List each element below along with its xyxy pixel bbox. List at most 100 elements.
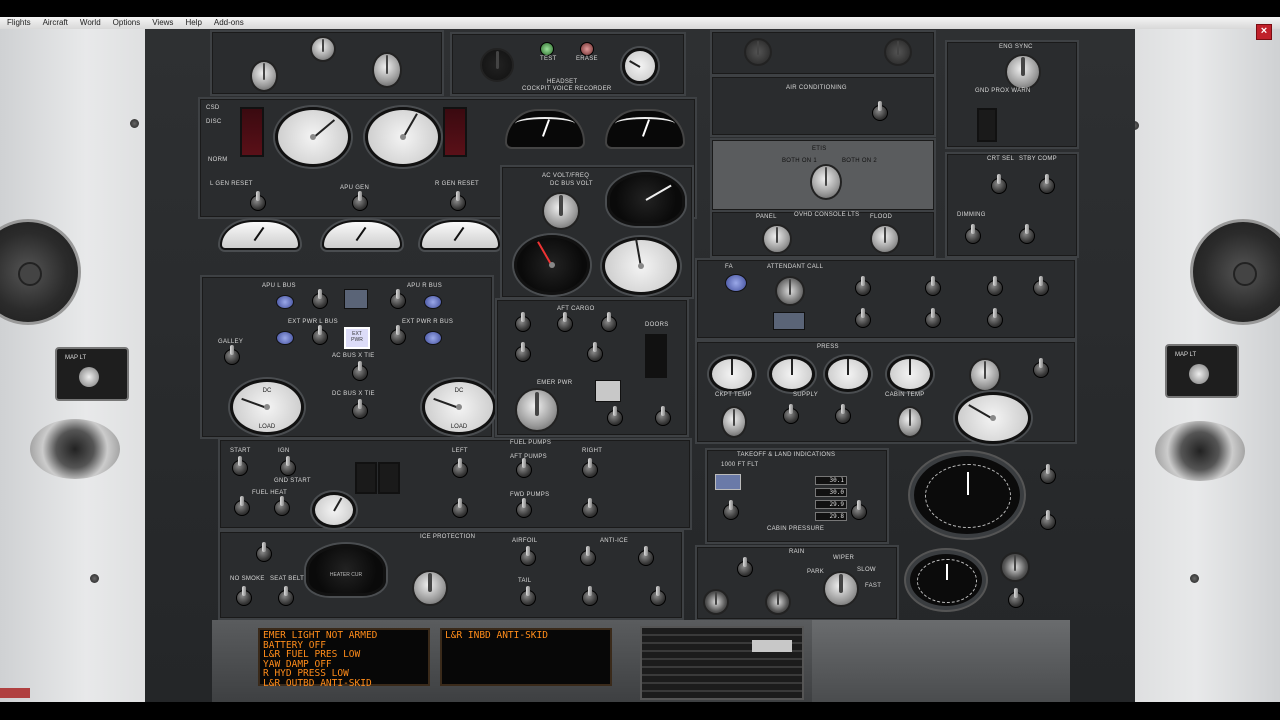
supply-switch-r[interactable] xyxy=(835,404,851,424)
stby-gyro-rotary-knob[interactable] xyxy=(372,52,402,88)
ext-pwr-lamp[interactable]: EXT PWR xyxy=(344,327,370,349)
right-map-light-panel[interactable]: MAP LT xyxy=(1165,344,1239,398)
aft-pump-r[interactable] xyxy=(582,458,598,478)
ram-air-switch[interactable] xyxy=(1040,510,1056,530)
anti-ice-l-switch[interactable] xyxy=(580,546,596,566)
fuel-heat-l-switch[interactable] xyxy=(234,496,250,516)
fa-call-button[interactable] xyxy=(725,274,747,292)
rain-repellent-switch[interactable] xyxy=(737,557,753,577)
menu-flights[interactable]: Flights xyxy=(0,17,37,29)
l-gen-switch[interactable] xyxy=(250,191,266,211)
apu-r-bus-button[interactable] xyxy=(424,295,442,309)
pull-to-dim-switch[interactable] xyxy=(1008,588,1024,608)
anti-skid-test-switch[interactable] xyxy=(855,308,871,328)
fuel-selector-r[interactable] xyxy=(378,462,400,494)
right-nav-knob[interactable] xyxy=(884,38,912,66)
left-map-light-panel[interactable]: MAP LT xyxy=(55,347,129,401)
doors-switch[interactable] xyxy=(645,334,667,378)
ac-bus-x-tie-switch[interactable] xyxy=(352,361,368,381)
crt-test-switch[interactable] xyxy=(1019,224,1035,244)
gnd-prox-switch[interactable] xyxy=(977,108,997,142)
ign-switch[interactable] xyxy=(280,456,296,476)
menu-options[interactable]: Options xyxy=(107,17,147,29)
right-air-vent[interactable] xyxy=(1155,421,1245,481)
stby-comp-switch[interactable] xyxy=(1039,174,1055,194)
ice-meter-sel-knob[interactable] xyxy=(412,570,448,606)
fuel-selector-l[interactable] xyxy=(355,462,377,494)
logo-light-switch[interactable] xyxy=(1033,276,1049,296)
recirc-fan-switch[interactable] xyxy=(872,101,888,121)
ice-switch-r[interactable] xyxy=(650,586,666,606)
fwd-pump-l1[interactable] xyxy=(452,498,468,518)
etis-selector-knob[interactable] xyxy=(810,164,842,200)
rain-button-r[interactable] xyxy=(765,589,791,615)
cabin-alt-knob[interactable] xyxy=(851,500,867,520)
press-switch[interactable] xyxy=(723,500,739,520)
flood-lights-knob[interactable] xyxy=(870,224,900,254)
apu-r-bus-switch[interactable] xyxy=(390,289,406,309)
temp-sel-knob[interactable] xyxy=(969,358,1001,392)
tail-switch[interactable] xyxy=(520,586,536,606)
emer-switch-3[interactable] xyxy=(601,312,617,332)
menu-views[interactable]: Views xyxy=(146,17,179,29)
ext-pwr-r-bus-switch[interactable] xyxy=(390,325,406,345)
ext-pwr-l-bus-switch[interactable] xyxy=(312,325,328,345)
seat-belt-switch[interactable] xyxy=(278,586,294,606)
airfoil-switch[interactable] xyxy=(520,546,536,566)
menu-help[interactable]: Help xyxy=(179,17,207,29)
emer-switch-6[interactable] xyxy=(607,406,623,426)
menu-aircraft[interactable]: Aircraft xyxy=(37,17,74,29)
left-csd-disc-switch[interactable] xyxy=(240,107,264,157)
eng-sync-knob[interactable] xyxy=(1005,54,1041,90)
start-switch[interactable] xyxy=(232,456,248,476)
csd-rotary-knob[interactable] xyxy=(250,60,278,92)
apu-gen-switch[interactable] xyxy=(352,191,368,211)
dimming-switch[interactable] xyxy=(965,224,981,244)
cvr-test-led[interactable] xyxy=(540,42,554,56)
fwd-pump-r[interactable] xyxy=(582,498,598,518)
emer-switch-7[interactable] xyxy=(655,406,671,426)
cabin-alt-switch[interactable] xyxy=(1040,464,1056,484)
anti-ice-r-switch[interactable] xyxy=(638,546,654,566)
emer-switch-4[interactable] xyxy=(515,342,531,362)
crt-sel-switch[interactable] xyxy=(991,174,1007,194)
r-gen-switch[interactable] xyxy=(450,191,466,211)
emer-pwr-rotary[interactable] xyxy=(515,388,559,432)
wiper-knob[interactable] xyxy=(823,571,859,607)
emer-switch-5[interactable] xyxy=(587,342,603,362)
dc-bus-x-tie-switch[interactable] xyxy=(352,399,368,419)
apu-l-bus-button[interactable] xyxy=(276,295,294,309)
rain-button-l[interactable] xyxy=(703,589,729,615)
gpws-test-switch[interactable] xyxy=(925,308,941,328)
emer-switch-1[interactable] xyxy=(515,312,531,332)
map-light-knob[interactable] xyxy=(79,367,99,387)
menu-world[interactable]: World xyxy=(74,17,107,29)
apu-l-bus-switch[interactable] xyxy=(312,289,328,309)
right-csd-disc-switch[interactable] xyxy=(443,107,467,157)
galley-switch[interactable] xyxy=(224,345,240,365)
max-eps-warn-switch[interactable] xyxy=(987,276,1003,296)
menu-addons[interactable]: Add-ons xyxy=(208,17,250,29)
aft-pump-l2[interactable] xyxy=(516,458,532,478)
supply-switch-l[interactable] xyxy=(783,404,799,424)
left-nav-knob[interactable] xyxy=(744,38,772,66)
emer-light-switch[interactable] xyxy=(256,542,272,562)
anti-skid-switch[interactable] xyxy=(855,276,871,296)
manual-decent-button[interactable] xyxy=(1000,552,1030,582)
meter-select-knob[interactable] xyxy=(542,192,580,230)
ext-pwr-r-bus-button[interactable] xyxy=(424,331,442,345)
map-light-knob[interactable] xyxy=(1189,364,1209,384)
close-button[interactable]: × xyxy=(1256,24,1272,40)
ext-pwr-l-bus-button[interactable] xyxy=(276,331,294,345)
attendant-call-button[interactable] xyxy=(775,276,805,306)
left-air-vent[interactable] xyxy=(30,419,120,479)
cvr-erase-button[interactable] xyxy=(580,42,594,56)
mach-trim-switch[interactable] xyxy=(987,308,1003,328)
stall-test-switch[interactable] xyxy=(925,276,941,296)
rack-vent-switch[interactable] xyxy=(1033,358,1049,378)
cabin-temp-knob[interactable] xyxy=(897,406,923,438)
panel-lights-knob[interactable] xyxy=(762,224,792,254)
emer-switch-2[interactable] xyxy=(557,312,573,332)
fuel-rotary-knob[interactable] xyxy=(310,36,336,62)
fwd-pump-l2[interactable] xyxy=(516,498,532,518)
